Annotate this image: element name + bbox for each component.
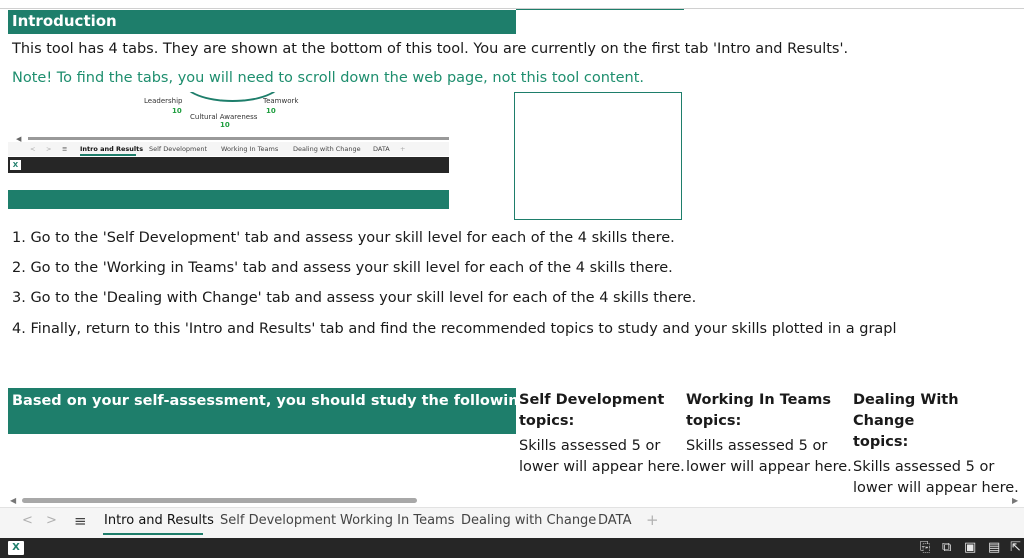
- reading-view-icon[interactable]: ▤: [988, 540, 1000, 556]
- column-body: Skills assessed 5 or: [686, 438, 828, 454]
- column-heading-sub: topics:: [853, 434, 909, 450]
- scroll-right-arrow-icon[interactable]: ▶: [1012, 496, 1018, 505]
- tab-self-development[interactable]: Self Development: [220, 513, 336, 528]
- empty-chart-box: [514, 92, 682, 220]
- excel-logo-icon: X: [8, 541, 24, 555]
- column-body: Skills assessed 5 or: [853, 459, 995, 475]
- copy-icon[interactable]: ⧉: [942, 540, 951, 556]
- column-body: lower will appear here.: [519, 459, 685, 475]
- status-bar: [0, 538, 1024, 558]
- tab-working-in-teams[interactable]: Working In Teams: [340, 513, 455, 528]
- preview-tab-dealing-with-change: Dealing with Change: [293, 145, 361, 153]
- column-body: Skills assessed 5 or: [519, 438, 661, 454]
- preview-tab-strip: < > ≡ Intro and Results Self Development…: [8, 142, 449, 156]
- intro-text: This tool has 4 tabs. They are shown at …: [12, 41, 849, 57]
- save-icon[interactable]: ▣: [964, 540, 976, 556]
- tab-dealing-with-change[interactable]: Dealing with Change: [461, 513, 596, 528]
- tabs-preview-image: Leadership 10 Teamwork 10 Cultural Aware…: [8, 92, 449, 209]
- column-heading: Working In Teams: [686, 392, 832, 408]
- preview-active-underline: [80, 154, 136, 156]
- step-1: 1. Go to the 'Self Development' tab and …: [12, 230, 675, 246]
- column-heading: Self Development: [519, 392, 665, 408]
- self-development-column: Self Development topics: Skills assessed…: [519, 390, 685, 478]
- top-border: [0, 8, 1024, 9]
- preview-tab-data: DATA: [373, 145, 390, 153]
- tab-intro-and-results[interactable]: Intro and Results: [104, 513, 214, 528]
- preview-excel-icon: X: [10, 160, 21, 170]
- preview-tab-self-development: Self Development: [149, 145, 208, 153]
- step-2: 2. Go to the 'Working in Teams' tab and …: [12, 260, 673, 276]
- column-heading-sub: topics:: [519, 413, 575, 429]
- add-sheet-icon[interactable]: +: [646, 511, 659, 529]
- preview-tab-intro: Intro and Results: [80, 145, 144, 153]
- preview-value-teamwork: 10: [266, 107, 276, 115]
- column-heading: Dealing With Change: [853, 392, 959, 429]
- popout-icon[interactable]: ⇱: [1010, 540, 1021, 556]
- scrollbar-thumb[interactable]: [22, 498, 417, 503]
- preview-value-leadership: 10: [172, 107, 182, 115]
- intro-note: Note! To find the tabs, you will need to…: [12, 70, 645, 86]
- sheet-list-menu-icon[interactable]: ≡: [74, 512, 87, 530]
- column-body: lower will appear here.: [686, 459, 852, 475]
- tab-prev-icon[interactable]: <: [22, 513, 33, 528]
- preview-label-teamwork: Teamwork: [263, 97, 299, 105]
- working-in-teams-column: Working In Teams topics: Skills assessed…: [686, 390, 852, 478]
- intro-header-line: [516, 9, 684, 10]
- preview-nav-next: >: [46, 145, 52, 153]
- intro-title: Introduction: [12, 12, 117, 30]
- preview-label-leadership: Leadership: [144, 97, 183, 105]
- column-heading-sub: topics:: [686, 413, 742, 429]
- preview-tab-working-in-teams: Working In Teams: [221, 145, 279, 153]
- preview-add-icon: +: [400, 145, 406, 153]
- preview-value-cultural: 10: [220, 121, 230, 129]
- preview-nav-prev: <: [30, 145, 36, 153]
- results-title: Based on your self-assessment, you shoul…: [12, 393, 590, 409]
- preview-green-bar: [8, 190, 449, 209]
- tab-data[interactable]: DATA: [598, 513, 632, 528]
- dealing-with-change-column: Dealing With Change topics: Skills asses…: [853, 390, 1024, 499]
- preview-label-cultural: Cultural Awareness: [190, 113, 258, 121]
- scroll-left-arrow-icon[interactable]: ◀: [10, 496, 16, 505]
- preview-scrollbar: [28, 137, 449, 140]
- preview-status-bar: [8, 157, 449, 173]
- tab-next-icon[interactable]: >: [46, 513, 57, 528]
- step-3: 3. Go to the 'Dealing with Change' tab a…: [12, 290, 697, 306]
- active-tab-underline: [103, 533, 203, 535]
- page-refresh-icon[interactable]: ⎘: [920, 540, 930, 556]
- preview-menu-icon: ≡: [62, 145, 68, 153]
- step-4: 4. Finally, return to this 'Intro and Re…: [12, 321, 897, 337]
